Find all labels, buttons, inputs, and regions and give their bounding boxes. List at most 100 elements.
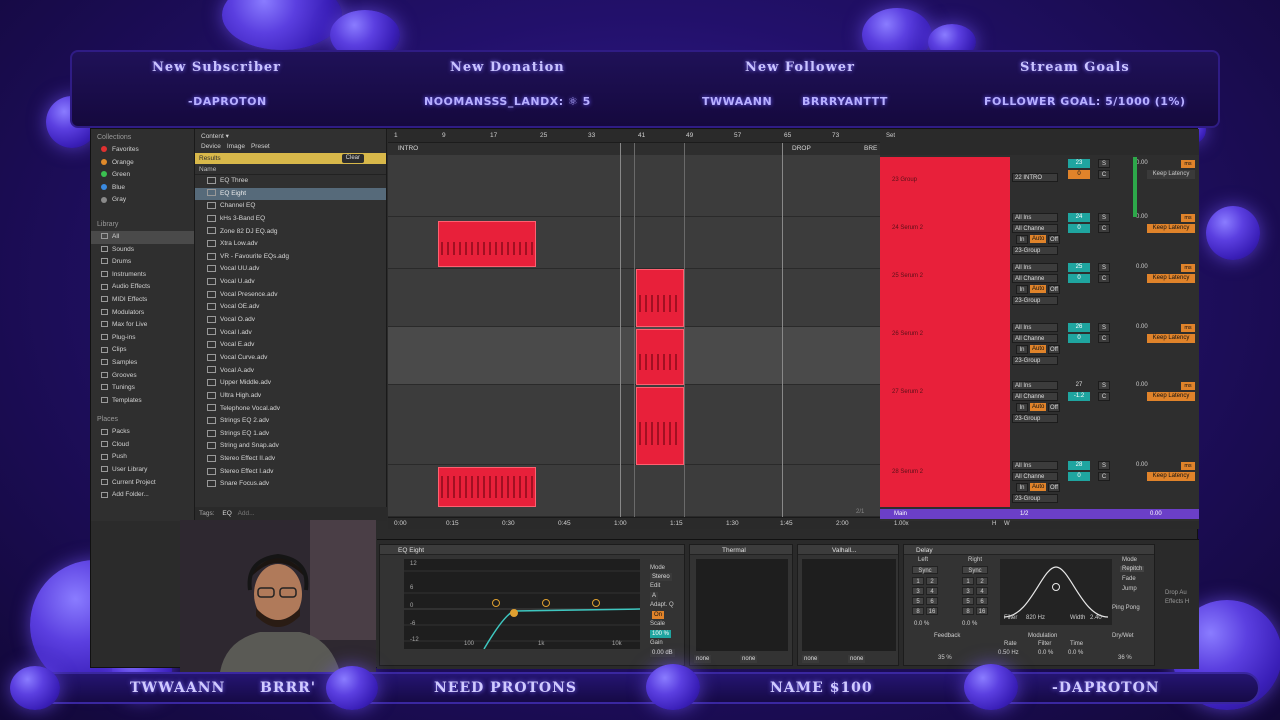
ms-toggle[interactable]: ms: [1181, 462, 1195, 470]
solo-button[interactable]: S: [1098, 159, 1110, 168]
time-value[interactable]: 0.0 %: [1068, 650, 1083, 656]
browser-file-item[interactable]: VR - Favourite EQs.adg: [195, 251, 386, 264]
solo-button[interactable]: S: [1098, 263, 1110, 272]
ms-toggle[interactable]: ms: [1181, 264, 1195, 272]
eq-eight-device[interactable]: EQ Eight 12 6 0 -6 -12 100 1k 10k Mode S…: [379, 544, 685, 666]
tag-eq[interactable]: EQ: [222, 510, 231, 517]
browser-file-item[interactable]: Vocal Presence.adv: [195, 289, 386, 302]
track-volume[interactable]: 0.00: [1136, 324, 1148, 330]
delay-beat-button[interactable]: 4: [976, 587, 988, 595]
browser-file-item[interactable]: EQ Three: [195, 175, 386, 188]
delay-beat-button[interactable]: 6: [976, 597, 988, 605]
monitor-in[interactable]: In: [1016, 235, 1028, 244]
keep-latency-button[interactable]: Keep Latency: [1147, 224, 1195, 233]
track-pan[interactable]: -1.2: [1068, 392, 1090, 401]
h-button[interactable]: H: [992, 521, 996, 527]
thermal-select-2[interactable]: none: [740, 655, 758, 663]
delay-beat-button[interactable]: 5: [962, 597, 974, 605]
browser-file-item[interactable]: Vocal E.adv: [195, 339, 386, 352]
output-select[interactable]: 23-Group: [1012, 246, 1058, 255]
monitor-off[interactable]: Off: [1048, 403, 1060, 412]
monitor-auto[interactable]: Auto: [1030, 403, 1047, 411]
library-item[interactable]: All: [91, 230, 194, 244]
monitor-in[interactable]: In: [1016, 403, 1028, 412]
thermal-device[interactable]: Thermal none none: [689, 544, 793, 666]
keep-latency-button[interactable]: Keep Latency: [1147, 334, 1195, 343]
locator-drop[interactable]: DROP: [792, 145, 811, 152]
track-pan[interactable]: 0: [1068, 274, 1090, 283]
track-volume[interactable]: 0.00: [1136, 382, 1148, 388]
content-menu[interactable]: Content ▾: [195, 129, 386, 141]
valhalla-select-2[interactable]: none: [848, 655, 866, 663]
collection-item[interactable]: Green: [91, 169, 194, 182]
solo-button[interactable]: S: [1098, 461, 1110, 470]
monitor-auto[interactable]: Auto: [1030, 285, 1047, 293]
time-mark[interactable]: 0:15: [446, 520, 459, 527]
track-number[interactable]: 24: [1068, 213, 1090, 222]
browser-file-item[interactable]: Vocal U.adv: [195, 276, 386, 289]
input-select[interactable]: All Ins: [1012, 323, 1058, 332]
collection-item[interactable]: Blue: [91, 182, 194, 195]
monitor-in[interactable]: In: [1016, 345, 1028, 354]
places-item[interactable]: Current Project: [91, 477, 194, 490]
browser-file-item[interactable]: Vocal A.adv: [195, 365, 386, 378]
track-name-27[interactable]: 27 Serum 2: [892, 389, 923, 395]
browser-tab[interactable]: Preset: [251, 143, 270, 150]
track-pan[interactable]: 0: [1068, 224, 1090, 233]
library-item[interactable]: Templates: [91, 395, 194, 408]
track-name-24[interactable]: 24 Serum 2: [892, 225, 923, 231]
valhalla-device[interactable]: Valhall... none none: [797, 544, 899, 666]
zoom-level[interactable]: 1.00x: [894, 521, 909, 527]
delay-beat-button[interactable]: 16: [926, 607, 938, 615]
monitor-auto[interactable]: Auto: [1030, 235, 1047, 243]
valhalla-select-1[interactable]: none: [802, 655, 820, 663]
track-name-23[interactable]: 23 Group: [892, 177, 917, 183]
library-item[interactable]: Max for Live: [91, 319, 194, 332]
delay-beat-button[interactable]: 6: [926, 597, 938, 605]
bar-number[interactable]: 49: [686, 132, 693, 139]
main-track-row[interactable]: Main 1/2 0.00: [880, 509, 1199, 519]
bar-number[interactable]: 17: [490, 132, 497, 139]
time-mark[interactable]: 0:00: [394, 520, 407, 527]
delay-beat-button[interactable]: 1: [962, 577, 974, 585]
output-select[interactable]: 23-Group: [1012, 356, 1058, 365]
browser-file-item[interactable]: Channel EQ: [195, 200, 386, 213]
browser-file-item[interactable]: Upper Middle.adv: [195, 377, 386, 390]
solo-button[interactable]: S: [1098, 381, 1110, 390]
browser-file-item[interactable]: String and Snap.adv: [195, 440, 386, 453]
eq-edit-select[interactable]: A: [650, 592, 659, 600]
bar-ruler[interactable]: 1 9 17 25 33 41 49 57 65 73: [388, 129, 880, 143]
keep-latency-button[interactable]: Keep Latency: [1147, 392, 1195, 401]
eq-band-node[interactable]: [510, 609, 518, 617]
bar-number[interactable]: 9: [442, 132, 446, 139]
delay-left-pct[interactable]: 0.0 %: [914, 621, 929, 627]
browser-file-item[interactable]: Strings EQ 1.adv: [195, 428, 386, 441]
pan-c[interactable]: C: [1098, 274, 1110, 283]
track-volume[interactable]: 0.00: [1136, 160, 1148, 166]
set-label[interactable]: Set: [886, 133, 895, 139]
track-number[interactable]: 25: [1068, 263, 1090, 272]
library-item[interactable]: Samples: [91, 357, 194, 370]
channel-select[interactable]: All Channe: [1012, 334, 1058, 343]
eq-curve[interactable]: [404, 559, 640, 649]
session-clips[interactable]: 23 Group 24 Serum 2 25 Serum 2 26 Serum …: [880, 157, 1010, 507]
midi-clip[interactable]: [636, 269, 684, 327]
eq-band-node[interactable]: [592, 599, 600, 607]
delay-beat-button[interactable]: 4: [926, 587, 938, 595]
solo-button[interactable]: S: [1098, 213, 1110, 222]
channel-select[interactable]: All Channe: [1012, 274, 1058, 283]
ping-pong-button[interactable]: Ping Pong: [1112, 605, 1140, 611]
eq-band-node[interactable]: [542, 599, 550, 607]
browser-tab[interactable]: Image: [227, 143, 245, 150]
track-volume[interactable]: 0.00: [1136, 214, 1148, 220]
pan-c[interactable]: C: [1098, 392, 1110, 401]
track-name-25[interactable]: 25 Serum 2: [892, 273, 923, 279]
library-item[interactable]: Modulators: [91, 307, 194, 320]
half-selector[interactable]: 1/2: [1020, 511, 1028, 517]
library-item[interactable]: Instruments: [91, 269, 194, 282]
time-mark[interactable]: 2:00: [836, 520, 849, 527]
browser-file-item[interactable]: Telephone Vocal.adv: [195, 403, 386, 416]
delay-mode-jump[interactable]: Jump: [1122, 586, 1137, 592]
browser-file-item[interactable]: Vocal O.adv: [195, 314, 386, 327]
track-pan[interactable]: 0: [1068, 170, 1090, 179]
